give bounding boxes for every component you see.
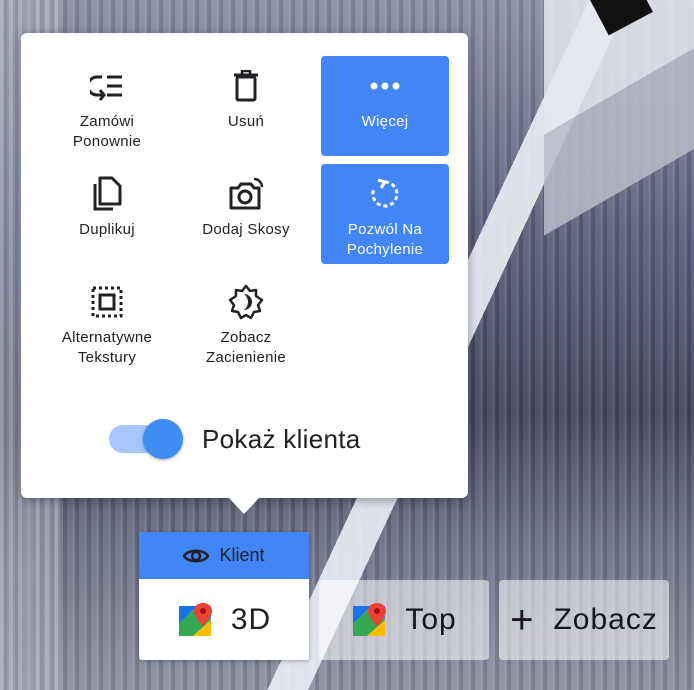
options-popup: Zamówi Ponownie Usuń Więcej Duplikuj Dod… [21, 33, 468, 498]
show-client-toggle-row: Pokaż klienta [109, 419, 361, 459]
view-top-button[interactable]: Top [319, 580, 489, 660]
view-shading-label: Zobacz Zacienienie [205, 329, 286, 366]
texture-icon [89, 284, 125, 320]
camera-rotate-icon [228, 176, 264, 212]
switch-knob [143, 419, 183, 459]
rotate-icon [367, 176, 403, 212]
show-client-switch[interactable] [109, 419, 183, 459]
allow-tilt-button[interactable]: Pozwól Na Pochylenie [321, 164, 449, 264]
view-shading-button[interactable]: Zobacz Zacienienie [182, 272, 310, 372]
reorder-button[interactable]: Zamówi Ponownie [43, 56, 171, 156]
show-client-label: Pokaż klienta [202, 423, 361, 454]
popup-pointer [228, 497, 260, 514]
duplicate-icon [89, 176, 125, 212]
google-maps-icon [177, 602, 213, 638]
add-obliques-button[interactable]: Dodaj Skosy [182, 164, 310, 264]
shading-icon [228, 284, 264, 320]
plus-icon: + [510, 598, 534, 642]
more-icon [367, 68, 403, 104]
see-more-button[interactable]: + Zobacz [499, 580, 669, 660]
trash-icon [228, 68, 264, 104]
reorder-label: Zamówi Ponownie [72, 113, 142, 150]
reorder-icon [89, 68, 125, 104]
view-top-label: Top [405, 603, 457, 636]
client-label: Klient [219, 545, 265, 565]
duplicate-label: Duplikuj [79, 221, 135, 238]
delete-button[interactable]: Usuń [182, 56, 310, 156]
see-more-label: Zobacz [553, 603, 658, 636]
client-toggle-button[interactable]: Klient [139, 532, 309, 579]
view-3d-label: 3D [230, 602, 272, 636]
more-button[interactable]: Więcej [321, 56, 449, 156]
alt-textures-label: Alternatywne Tekstury [61, 329, 153, 366]
allow-tilt-label: Pozwól Na Pochylenie [346, 221, 424, 258]
duplicate-button[interactable]: Duplikuj [43, 164, 171, 264]
view-3d-button[interactable]: 3D [139, 579, 309, 660]
client-view-card: Klient 3D [139, 532, 309, 660]
more-label: Więcej [361, 113, 409, 130]
google-maps-icon [351, 602, 387, 638]
alt-textures-button[interactable]: Alternatywne Tekstury [43, 272, 171, 372]
delete-label: Usuń [227, 113, 265, 130]
eye-icon [183, 547, 210, 565]
add-obliques-label: Dodaj Skosy [202, 221, 290, 238]
